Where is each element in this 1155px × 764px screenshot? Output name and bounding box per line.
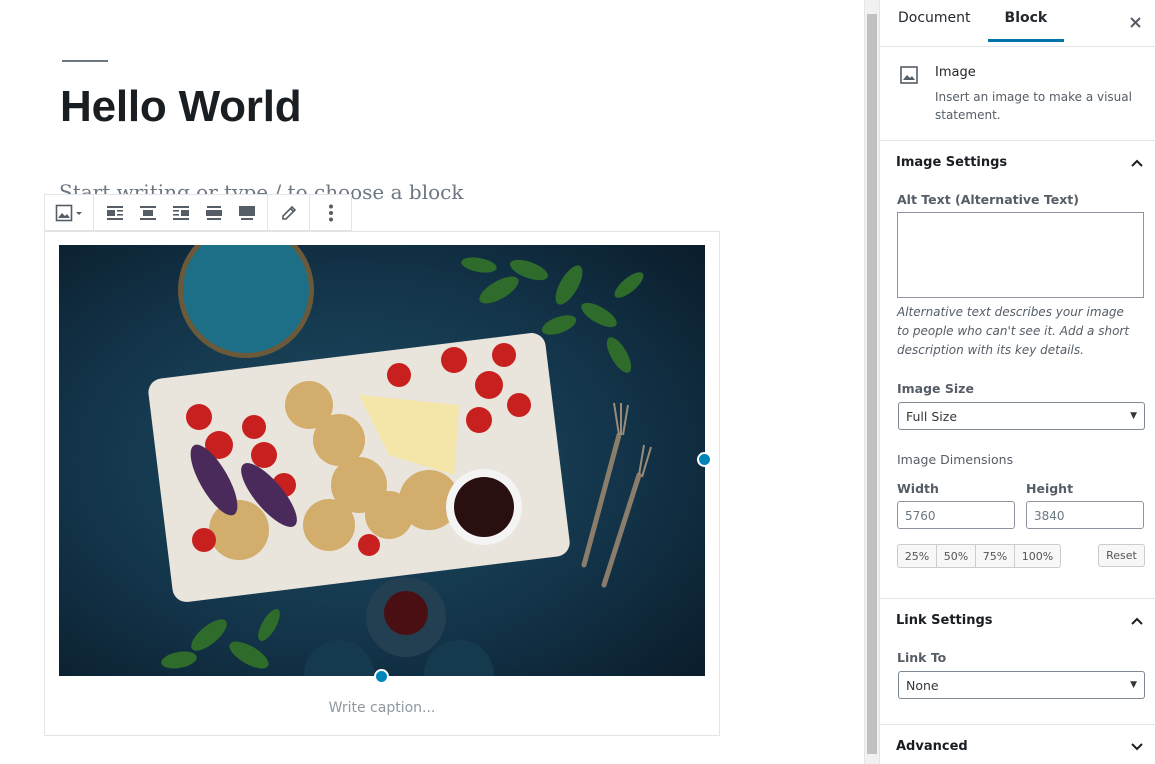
wide-width-icon bbox=[205, 205, 222, 220]
block-switcher-group bbox=[45, 195, 94, 230]
align-right-icon bbox=[172, 205, 189, 220]
align-left-button[interactable] bbox=[98, 195, 131, 230]
link-to-select[interactable]: None ▼ bbox=[898, 671, 1145, 699]
link-to-label: Link To bbox=[897, 650, 947, 665]
alt-text-help: Alternative text describes your image to… bbox=[897, 305, 1130, 357]
wide-width-button[interactable] bbox=[197, 195, 230, 230]
image-settings-toggle[interactable]: Image Settings bbox=[880, 141, 1155, 185]
scrollbar-thumb[interactable] bbox=[867, 14, 877, 754]
close-sidebar-button[interactable] bbox=[1125, 12, 1145, 32]
editor-canvas: Hello World Start writing or type / to c… bbox=[0, 0, 864, 764]
block-image[interactable] bbox=[59, 245, 705, 676]
image-dimensions-label: Image Dimensions bbox=[897, 452, 1014, 467]
block-card-description: Insert an image to make a visual stateme… bbox=[935, 90, 1132, 122]
align-left-icon bbox=[106, 205, 123, 220]
edit-group bbox=[268, 195, 310, 230]
height-input[interactable]: 3840 bbox=[1026, 501, 1144, 529]
height-label: Height bbox=[1026, 481, 1074, 496]
image-size-label: Image Size bbox=[897, 381, 974, 396]
edit-image-button[interactable] bbox=[272, 195, 305, 230]
reset-size-button[interactable]: Reset bbox=[1098, 544, 1145, 567]
size-25-button[interactable]: 25% bbox=[898, 545, 937, 567]
dropdown-arrow-icon: ▼ bbox=[1130, 411, 1137, 421]
panel-title: Link Settings bbox=[896, 613, 993, 628]
advanced-panel: Advanced bbox=[880, 725, 1155, 764]
panel-title: Image Settings bbox=[896, 155, 1008, 170]
image-size-select[interactable]: Full Size ▼ bbox=[898, 402, 1145, 430]
tab-block[interactable]: Block bbox=[987, 0, 1065, 42]
image-icon bbox=[55, 204, 82, 221]
alignment-group bbox=[94, 195, 268, 230]
link-settings-toggle[interactable]: Link Settings bbox=[880, 599, 1155, 643]
size-75-button[interactable]: 75% bbox=[976, 545, 1015, 567]
full-width-button[interactable] bbox=[230, 195, 263, 230]
pencil-icon bbox=[281, 205, 296, 220]
more-options-button[interactable] bbox=[314, 195, 347, 230]
dropdown-arrow-icon: ▼ bbox=[1130, 680, 1137, 690]
image-icon bbox=[900, 66, 918, 84]
editor-scrollbar[interactable] bbox=[864, 0, 879, 764]
align-right-button[interactable] bbox=[164, 195, 197, 230]
post-title[interactable]: Hello World bbox=[60, 82, 302, 132]
chevron-down-icon bbox=[1131, 743, 1143, 751]
link-to-value: None bbox=[906, 678, 939, 693]
close-icon bbox=[1129, 16, 1141, 28]
block-switcher-button[interactable] bbox=[49, 195, 89, 230]
panel-title: Advanced bbox=[896, 739, 968, 754]
block-card: Image Insert an image to make a visual s… bbox=[880, 47, 1155, 141]
more-group bbox=[310, 195, 351, 230]
title-separator bbox=[62, 60, 108, 62]
chevron-up-icon bbox=[1131, 159, 1143, 167]
full-width-icon bbox=[238, 205, 255, 220]
advanced-toggle[interactable]: Advanced bbox=[880, 725, 1155, 764]
width-label: Width bbox=[897, 481, 939, 496]
align-center-button[interactable] bbox=[131, 195, 164, 230]
image-size-value: Full Size bbox=[906, 409, 958, 424]
size-50-button[interactable]: 50% bbox=[937, 545, 976, 567]
percent-size-buttons: 25% 50% 75% 100% bbox=[897, 544, 1061, 568]
block-toolbar bbox=[44, 194, 352, 231]
image-block[interactable]: Write caption... bbox=[44, 231, 720, 736]
chevron-up-icon bbox=[1131, 617, 1143, 625]
link-settings-panel: Link Settings Link To None ▼ bbox=[880, 599, 1155, 725]
image-settings-panel: Image Settings Alt Text (Alternative Tex… bbox=[880, 141, 1155, 599]
resize-handle-bottom[interactable] bbox=[374, 669, 389, 684]
caption-input[interactable]: Write caption... bbox=[45, 700, 719, 716]
block-card-title: Image bbox=[935, 65, 976, 80]
more-options-icon bbox=[328, 204, 333, 221]
sidebar-tabs: Document Block bbox=[880, 0, 1155, 47]
size-100-button[interactable]: 100% bbox=[1015, 545, 1060, 567]
width-input[interactable]: 5760 bbox=[897, 501, 1015, 529]
align-center-icon bbox=[139, 205, 156, 220]
alt-text-label: Alt Text (Alternative Text) bbox=[897, 192, 1079, 207]
resize-handle-right[interactable] bbox=[697, 452, 712, 467]
alt-text-field[interactable] bbox=[897, 212, 1144, 298]
settings-sidebar: Document Block Image Insert an image to … bbox=[879, 0, 1155, 764]
tab-document[interactable]: Document bbox=[880, 0, 988, 42]
